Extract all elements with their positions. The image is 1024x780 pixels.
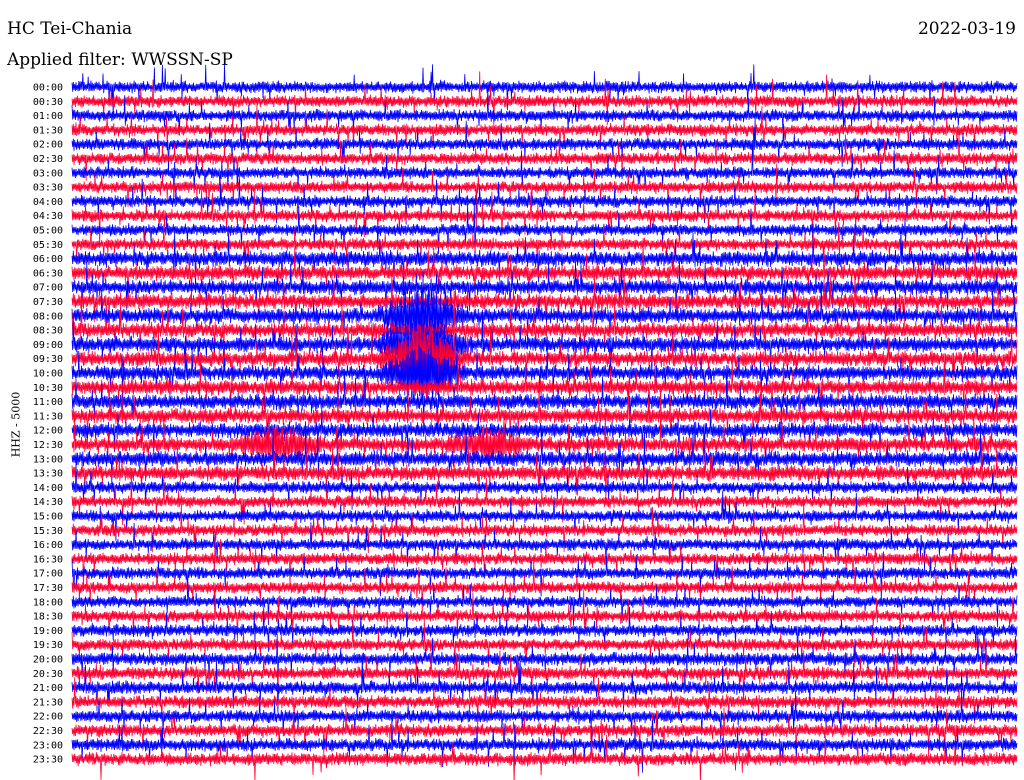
trace-row-0730: [71, 269, 1018, 334]
row-time-label: 02:00: [33, 140, 63, 151]
row-time-label: 03:00: [33, 168, 63, 179]
trace-row-1730: [71, 559, 1018, 613]
row-time-label: 05:30: [33, 240, 63, 251]
time-label-group: 00:00 00:30 01:00 01:30 02:00 02:30 03:00 03:30…: [33, 83, 63, 766]
row-time-label: 17:00: [33, 569, 63, 580]
row-time-label: 06:30: [33, 268, 63, 279]
row-time-label: 07:30: [33, 297, 63, 308]
trace-row-0900: [71, 312, 1018, 379]
row-time-label: 00:30: [33, 97, 63, 108]
row-time-label: 23:00: [33, 740, 63, 751]
row-time-label: 08:00: [33, 311, 63, 322]
row-time-label: 05:00: [33, 226, 63, 237]
row-time-label: 08:30: [33, 326, 63, 337]
row-time-label: 04:00: [33, 197, 63, 208]
row-time-label: 21:00: [33, 683, 63, 694]
row-time-label: 00:00: [33, 83, 63, 94]
row-time-label: 17:30: [33, 583, 63, 594]
row-time-label: 14:30: [33, 497, 63, 508]
row-time-label: 13:00: [33, 454, 63, 465]
row-time-label: 15:30: [33, 526, 63, 537]
row-time-label: 04:30: [33, 211, 63, 222]
row-time-label: 22:00: [33, 712, 63, 723]
row-time-label: 06:00: [33, 254, 63, 265]
row-time-label: 01:30: [33, 125, 63, 136]
row-time-label: 10:30: [33, 383, 63, 394]
row-time-label: 07:00: [33, 283, 63, 294]
row-time-label: 12:00: [33, 426, 63, 437]
row-time-label: 18:00: [33, 597, 63, 608]
trace-row-0000: [71, 64, 1018, 117]
row-time-label: 11:30: [33, 411, 63, 422]
row-time-label: 03:30: [33, 183, 63, 194]
row-time-label: 16:00: [33, 540, 63, 551]
row-time-label: 14:00: [33, 483, 63, 494]
row-time-label: 23:30: [33, 755, 63, 766]
trace-row-1030: [71, 353, 1018, 419]
row-time-label: 09:00: [33, 340, 63, 351]
trace-row-1230: [71, 411, 1018, 476]
row-time-label: 20:30: [33, 669, 63, 680]
row-time-label: 13:30: [33, 469, 63, 480]
row-time-label: 09:30: [33, 354, 63, 365]
trace-row-1330: [71, 438, 1018, 501]
trace-group: [71, 64, 1018, 780]
row-time-label: 11:00: [33, 397, 63, 408]
trace-row-2200: [71, 688, 1018, 743]
trace-row-0630: [71, 238, 1018, 306]
row-time-label: 19:30: [33, 640, 63, 651]
row-time-label: 02:30: [33, 154, 63, 165]
row-time-label: 20:00: [33, 655, 63, 666]
row-time-label: 12:30: [33, 440, 63, 451]
row-time-label: 01:00: [33, 111, 63, 122]
row-time-label: 16:30: [33, 554, 63, 565]
row-time-label: 22:30: [33, 726, 63, 737]
helicorder-plot: 00:00 00:30 01:00 01:30 02:00 02:30 03:00 03:30…: [33, 64, 1018, 780]
row-time-label: 15:00: [33, 512, 63, 523]
row-time-label: 18:30: [33, 612, 63, 623]
trace-row-0600: [71, 227, 1018, 289]
row-time-label: 19:00: [33, 626, 63, 637]
row-time-label: 10:00: [33, 369, 63, 380]
row-time-label: 21:30: [33, 697, 63, 708]
trace-row-0030: [71, 71, 1018, 126]
